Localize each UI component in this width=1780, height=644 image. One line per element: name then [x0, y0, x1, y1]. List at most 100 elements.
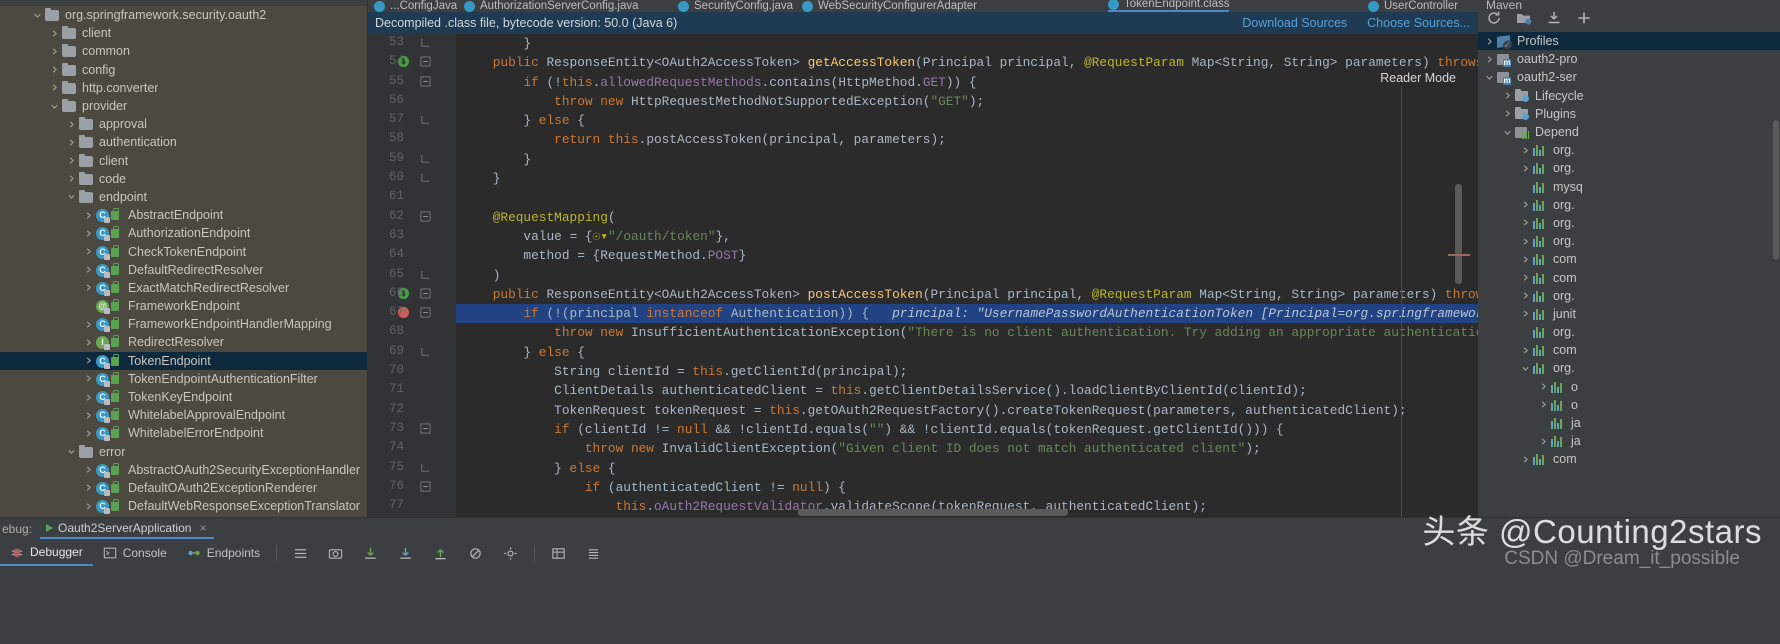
disclosure-arrow-icon[interactable]	[1518, 237, 1532, 246]
disclosure-arrow-icon[interactable]	[1518, 200, 1532, 209]
maven-item-o[interactable]: o	[1478, 378, 1780, 396]
code-line-74[interactable]: throw new InvalidClientException("Given …	[456, 439, 1478, 458]
tree-item-endpoint[interactable]: endpoint	[0, 188, 368, 206]
gutter-line-61[interactable]: 61	[368, 188, 456, 207]
gutter-line-69[interactable]: 69	[368, 343, 456, 362]
code-line-59[interactable]: }	[456, 150, 1478, 169]
disclosure-arrow-icon[interactable]	[81, 374, 95, 383]
tree-item-error[interactable]: error	[0, 443, 368, 461]
tree-item-approval[interactable]: approval	[0, 115, 368, 133]
maven-item-org-[interactable]: org.	[1478, 287, 1780, 305]
code-line-63[interactable]: value = {☉▾"/oauth/token"},	[456, 227, 1478, 246]
tree-item-defaultwebresponseexceptiontranslator[interactable]: C DefaultWebResponseExceptionTranslator	[0, 497, 368, 515]
disclosure-arrow-icon[interactable]	[47, 83, 61, 92]
disclosure-arrow-icon[interactable]	[1500, 128, 1514, 137]
disclosure-arrow-icon[interactable]	[81, 411, 95, 420]
tree-item-org-springframework-security-oauth2[interactable]: org.springframework.security.oauth2	[0, 6, 368, 24]
tree-item-defaultredirectresolver[interactable]: C DefaultRedirectResolver	[0, 261, 368, 279]
maven-item-ja[interactable]: ja	[1478, 432, 1780, 450]
disclosure-arrow-icon[interactable]	[81, 502, 95, 511]
grid-view-button[interactable]	[576, 540, 611, 566]
code-line-75[interactable]: } else {	[456, 459, 1478, 478]
disclosure-arrow-icon[interactable]	[81, 465, 95, 474]
disclosure-arrow-icon[interactable]	[47, 47, 61, 56]
code-viewport[interactable]: 53 54 55 56 57 58 59 60 61 62 63 64 65 66 67 68 69 70 71 72…	[368, 34, 1478, 518]
tree-item-frameworkendpoint[interactable]: @ FrameworkEndpoint	[0, 297, 368, 315]
disclosure-arrow-icon[interactable]	[64, 192, 78, 201]
disclosure-arrow-icon[interactable]	[81, 429, 95, 438]
disclosure-arrow-icon[interactable]	[64, 120, 78, 129]
maven-item-ja[interactable]: ja	[1478, 414, 1780, 432]
error-stripe-marker[interactable]	[1448, 254, 1470, 256]
table-view-button[interactable]	[541, 540, 576, 566]
editor-tabstrip[interactable]: ...ConfigJava AuthorizationServerConfig.…	[368, 0, 1478, 12]
gutter-line-55[interactable]: 55	[368, 73, 456, 92]
disclosure-arrow-icon[interactable]	[64, 138, 78, 147]
maven-item-profiles[interactable]: Profiles	[1478, 32, 1780, 51]
disclosure-arrow-icon[interactable]	[1518, 273, 1532, 282]
download-sources-link[interactable]: Download Sources	[1242, 16, 1347, 30]
code-line-62[interactable]: @RequestMapping(	[456, 208, 1478, 227]
disclosure-arrow-icon[interactable]	[47, 102, 61, 111]
gutter-line-58[interactable]: 58	[368, 130, 456, 149]
maven-item-com[interactable]: com	[1478, 450, 1780, 468]
disclosure-arrow-icon[interactable]	[1518, 218, 1532, 227]
maven-item-lifecycle[interactable]: Lifecycle	[1478, 87, 1780, 105]
code-line-65[interactable]: )	[456, 266, 1478, 285]
disclosure-arrow-icon[interactable]	[1482, 73, 1496, 82]
tree-item-redirectresolver[interactable]: I RedirectResolver	[0, 333, 368, 351]
project-tree[interactable]: org.springframework.security.oauth2 clien…	[0, 6, 368, 518]
tree-item-http-converter[interactable]: http.converter	[0, 79, 368, 97]
gutter-line-65[interactable]: 65	[368, 266, 456, 285]
disclosure-arrow-icon[interactable]	[1518, 255, 1532, 264]
code-line-55[interactable]: if (!this.allowedRequestMethods.contains…	[456, 73, 1478, 92]
fold-marker-icon[interactable]	[420, 114, 431, 125]
disclosure-arrow-icon[interactable]	[81, 247, 95, 256]
fold-marker-icon[interactable]	[420, 346, 431, 357]
layout-button[interactable]	[283, 540, 318, 566]
editor-vertical-scrollbar[interactable]	[1455, 184, 1462, 284]
tree-item-tokenendpointauthenticationfilter[interactable]: C TokenEndpointAuthenticationFilter	[0, 370, 368, 388]
gutter-line-68[interactable]: 68	[368, 323, 456, 342]
code-line-76[interactable]: if (authenticatedClient != null) {	[456, 478, 1478, 497]
maven-item-plugins[interactable]: Plugins	[1478, 105, 1780, 123]
gutter-line-63[interactable]: 63	[368, 227, 456, 246]
editor-tab-5[interactable]: UserController	[1368, 0, 1458, 12]
gutter-line-67[interactable]: 67	[368, 304, 456, 323]
disclosure-arrow-icon[interactable]	[81, 356, 95, 365]
code-line-68[interactable]: throw new InsufficientAuthenticationExce…	[456, 323, 1478, 342]
upload-button[interactable]	[423, 540, 458, 566]
gutter-line-54[interactable]: 54	[368, 53, 456, 72]
code-line-67[interactable]: if (!(principal instanceof Authenticatio…	[456, 304, 1478, 324]
project-tool-window[interactable]: org.springframework.security.oauth2 clien…	[0, 0, 368, 518]
code-line-57[interactable]: } else {	[456, 111, 1478, 130]
tree-item-client[interactable]: client	[0, 152, 368, 170]
tree-item-exactmatchredirectresolver[interactable]: C ExactMatchRedirectResolver	[0, 279, 368, 297]
gutter-line-71[interactable]: 71	[368, 381, 456, 400]
tree-item-common[interactable]: common	[0, 42, 368, 60]
add-folder-icon[interactable]	[1516, 10, 1532, 26]
maven-item-junit[interactable]: junit	[1478, 305, 1780, 323]
maven-tree[interactable]: Profiles oauth2-pro oauth2-ser Lifecycle Plu…	[1478, 32, 1780, 469]
maven-item-o[interactable]: o	[1478, 396, 1780, 414]
gutter-line-74[interactable]: 74	[368, 439, 456, 458]
download-icon[interactable]	[1546, 10, 1562, 26]
disclosure-arrow-icon[interactable]	[64, 447, 78, 456]
maven-scrollbar[interactable]	[1773, 120, 1779, 260]
gutter-line-70[interactable]: 70	[368, 362, 456, 381]
code-line-71[interactable]: ClientDetails authenticatedClient = this…	[456, 381, 1478, 400]
fold-marker-icon[interactable]	[420, 153, 431, 164]
fold-marker-icon[interactable]	[420, 269, 431, 280]
disclosure-arrow-icon[interactable]	[1536, 437, 1550, 446]
gutter-line-64[interactable]: 64	[368, 246, 456, 265]
maven-item-org-[interactable]: org.	[1478, 214, 1780, 232]
gutter-line-72[interactable]: 72	[368, 401, 456, 420]
editor-tab-2[interactable]: SecurityConfig.java	[678, 0, 793, 12]
tree-item-tokenendpoint[interactable]: C TokenEndpoint	[0, 351, 368, 370]
gutter-line-53[interactable]: 53	[368, 34, 456, 53]
close-icon[interactable]: ×	[199, 521, 206, 535]
tree-item-defaultoauth2exceptionrenderer[interactable]: C DefaultOAuth2ExceptionRenderer	[0, 479, 368, 497]
disclosure-arrow-icon[interactable]	[81, 211, 95, 220]
disclosure-arrow-icon[interactable]	[1518, 291, 1532, 300]
disclosure-arrow-icon[interactable]	[64, 156, 78, 165]
